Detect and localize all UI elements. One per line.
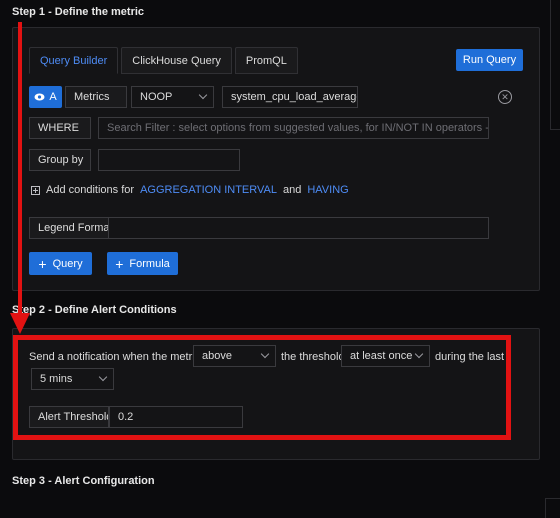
annotation-arrow-head [10,313,30,334]
annotation-highlight-box [13,335,511,440]
annotation-overlay [10,22,30,334]
